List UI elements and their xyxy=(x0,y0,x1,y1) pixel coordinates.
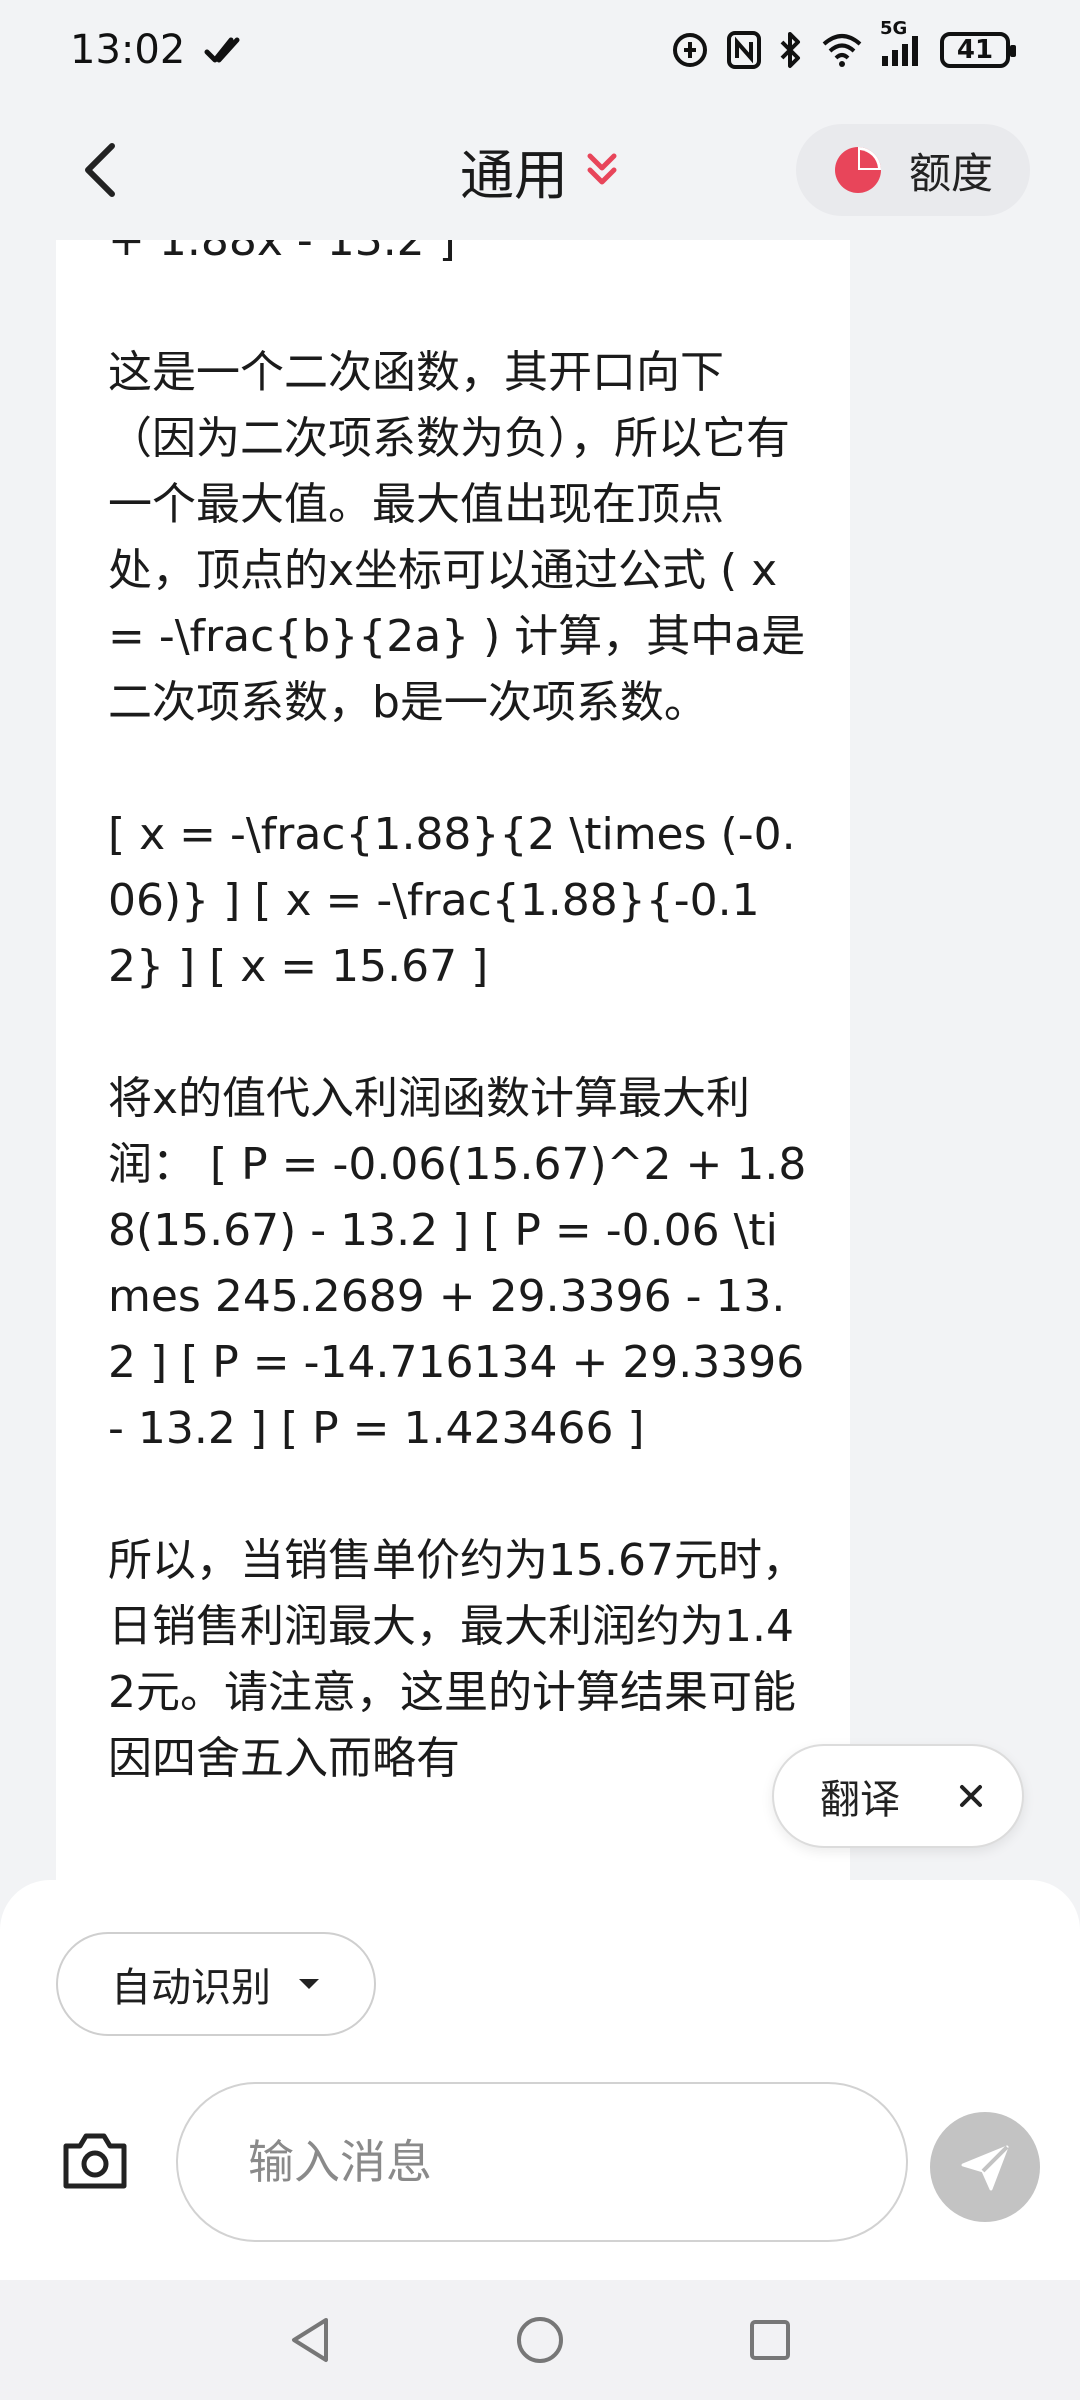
wifi-icon xyxy=(820,32,864,68)
circle-home-icon xyxy=(517,2317,563,2363)
input-panel: 自动识别 xyxy=(0,1880,1080,2280)
header: 通用 额度 xyxy=(0,100,1080,240)
quota-button[interactable]: 额度 xyxy=(796,124,1030,216)
square-recents-icon xyxy=(750,2320,790,2360)
nav-home-button[interactable] xyxy=(510,2310,570,2370)
cellular-signal-icon: 5G xyxy=(880,18,924,68)
message-paragraph: 将x的值代入利润函数计算最大利润： [ P = -0.06(15.67)^2 +… xyxy=(108,1073,819,1454)
double-check-icon xyxy=(203,32,243,68)
title-dropdown[interactable]: 通用 xyxy=(460,131,620,210)
message-paragraph: 这是一个二次函数，其开口向下（因为二次项系数为负），所以它有一个最大值。最大值出… xyxy=(108,347,806,728)
message-paragraph: [ x = -\frac{1.88}{2 \times (-0.06)} ] [… xyxy=(108,809,796,992)
system-nav-bar xyxy=(0,2280,1080,2400)
nav-back-button[interactable] xyxy=(280,2310,340,2370)
battery-level: 41 xyxy=(956,35,994,65)
camera-icon xyxy=(63,2133,127,2189)
send-button[interactable] xyxy=(930,2112,1040,2222)
data-saver-icon xyxy=(670,30,710,70)
battery-indicator: 41 xyxy=(940,32,1016,68)
chevron-left-icon xyxy=(85,143,115,197)
pie-chart-icon xyxy=(834,147,881,193)
close-icon[interactable] xyxy=(946,1771,996,1821)
camera-button[interactable] xyxy=(50,2116,140,2206)
assistant-message-card: + 1.88x - 13.2 ] 这是一个二次函数，其开口向下（因为二次项系数为… xyxy=(56,240,850,1900)
page-title: 通用 xyxy=(460,143,568,207)
triangle-back-icon xyxy=(292,2318,328,2362)
nfc-icon xyxy=(726,30,762,70)
message-paragraph: 所以，当销售单价约为15.67元时，日销售利润最大，最大利润约为1.42元。请注… xyxy=(108,1535,806,1784)
status-right: 5G 41 xyxy=(670,18,1016,70)
status-time: 13:02 xyxy=(70,27,186,73)
caret-down-icon xyxy=(299,1979,319,1989)
translate-label: 翻译 xyxy=(820,1777,900,1823)
assistant-message-text: + 1.88x - 13.2 ] 这是一个二次函数，其开口向下（因为二次项系数为… xyxy=(108,240,808,1858)
language-select[interactable]: 自动识别 xyxy=(56,1932,376,2036)
status-left: 13:02 xyxy=(70,27,243,73)
quota-label: 额度 xyxy=(908,148,993,198)
network-type-label: 5G xyxy=(880,18,908,39)
double-chevron-down-icon xyxy=(587,153,617,185)
send-icon xyxy=(961,2145,1009,2191)
status-bar: 13:02 5G 41 xyxy=(0,0,1080,100)
bluetooth-icon xyxy=(778,30,804,70)
translate-chip[interactable]: 翻译 xyxy=(772,1744,1024,1848)
back-button[interactable] xyxy=(60,130,140,210)
nav-recents-button[interactable] xyxy=(740,2310,800,2370)
message-paragraph: + 1.88x - 13.2 ] xyxy=(108,240,456,266)
language-select-value: 自动识别 xyxy=(111,1965,271,2011)
message-input[interactable] xyxy=(176,2082,908,2242)
